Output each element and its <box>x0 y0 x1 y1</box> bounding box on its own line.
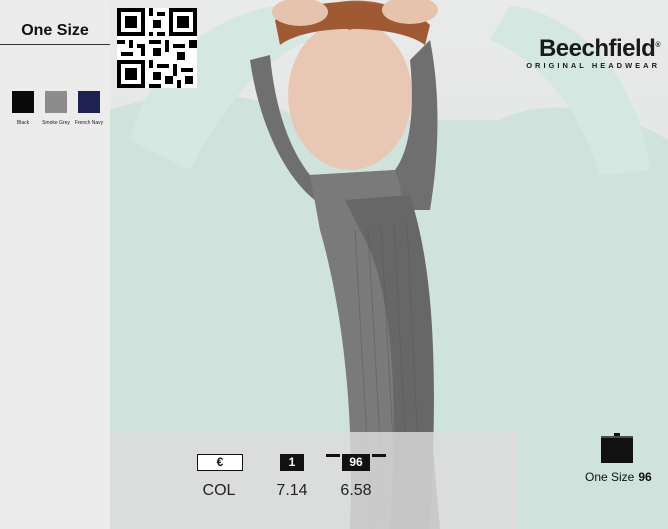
color-label-french-navy: French Navy <box>74 120 104 126</box>
unit-label: COL <box>202 482 236 499</box>
brand-tagline: ORIGINAL HEADWEAR <box>526 61 660 70</box>
color-swatch-french-navy[interactable] <box>78 91 100 113</box>
beechfield-logo: Beechfield® ORIGINAL HEADWEAR <box>526 34 661 71</box>
qty-range-dash-right <box>372 454 386 457</box>
color-label-smoke-grey: Smoke Grey <box>42 120 70 126</box>
qty-1-header: 1 <box>280 454 304 471</box>
pack-quantity: 96 <box>638 470 652 484</box>
price-table-band <box>110 432 518 529</box>
qty-96-header: 96 <box>342 454 370 471</box>
currency-header: € <box>197 454 243 471</box>
size-color-panel: One Size Black Smoke Grey French Navy <box>0 0 110 529</box>
pack-size-label: One Size 96 <box>585 470 652 484</box>
brand-name: Beechfield® <box>538 35 661 62</box>
price-qty-96: 6.58 <box>340 482 372 499</box>
qr-code[interactable] <box>117 8 197 88</box>
color-label-black: Black <box>16 120 30 126</box>
carton-box-icon <box>600 433 634 463</box>
size-divider <box>0 44 110 45</box>
price-qty-1: 7.14 <box>276 482 308 499</box>
size-title: One Size <box>21 22 89 39</box>
qty-range-dash-left <box>326 454 340 457</box>
color-swatch-smoke-grey[interactable] <box>45 91 67 113</box>
color-swatch-black[interactable] <box>12 91 34 113</box>
